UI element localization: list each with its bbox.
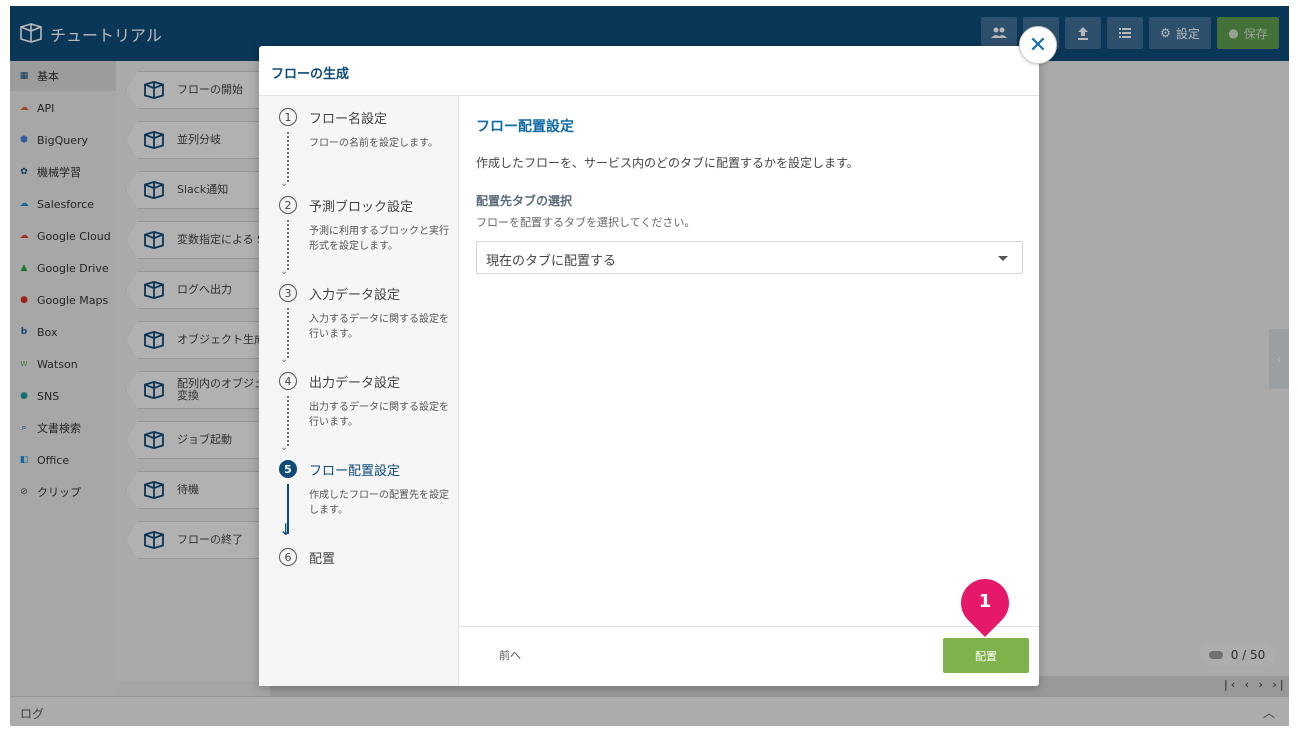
- step-connector: [287, 396, 289, 446]
- select-value: 現在のタブに配置する: [486, 254, 617, 269]
- close-icon: ✕: [1028, 32, 1048, 58]
- dotted-arrow-icon: ⌄: [280, 266, 289, 277]
- flow-generate-dialog: フローの生成 ✕ 1 フロー名設定 フローの名前を設定します。 ⌄ 2 予測ブロ…: [259, 26, 1057, 686]
- prev-button[interactable]: 前へ: [499, 647, 521, 663]
- dotted-arrow-icon: ⌄: [280, 442, 289, 453]
- step-number: 6: [279, 548, 297, 566]
- section-title: フロー配置設定: [476, 119, 574, 135]
- place-button[interactable]: 配置: [943, 638, 1029, 673]
- step-title: 出力データ設定: [309, 376, 401, 391]
- step-description: 作成したフローの配置先を設定します。: [309, 490, 449, 516]
- arrow-down-icon: ↓: [279, 520, 293, 539]
- dotted-arrow-icon: ⌄: [280, 354, 289, 365]
- step-title: 入力データ設定: [309, 288, 401, 303]
- step-title: 配置: [309, 552, 336, 567]
- dialog-title: フローの生成: [271, 67, 350, 82]
- step-description: フローの名前を設定します。: [309, 138, 438, 149]
- callout-number: 1: [978, 591, 992, 612]
- dialog-header: フローの生成: [259, 46, 1039, 96]
- step-title: 予測ブロック設定: [309, 200, 414, 215]
- step-number: 3: [279, 284, 297, 302]
- step-description: 出力するデータに関する設定を行います。: [309, 402, 449, 428]
- caret-down-icon: [998, 256, 1008, 261]
- step-description: 予測に利用するブロックと実行形式を設定します。: [309, 226, 449, 252]
- field-hint: フローを配置するタブを選択してください。: [476, 216, 696, 229]
- step-callout-marker: 1: [951, 569, 1019, 637]
- step-number: 4: [279, 372, 297, 390]
- step-connector: [287, 132, 289, 182]
- step-list: 1 フロー名設定 フローの名前を設定します。 ⌄ 2 予測ブロック設定 予測に利…: [259, 96, 459, 686]
- step-number: 1: [279, 108, 297, 126]
- placement-tab-select[interactable]: 現在のタブに配置する: [476, 241, 1023, 274]
- dialog-content: フロー配置設定 作成したフローを、サービス内のどのタブに配置するかを設定します。…: [459, 96, 1039, 626]
- step-description: 入力するデータに関する設定を行います。: [309, 314, 449, 340]
- section-description: 作成したフローを、サービス内のどのタブに配置するかを設定します。: [476, 156, 859, 170]
- step-connector: [287, 308, 289, 358]
- step-number: 5: [279, 460, 297, 478]
- dotted-arrow-icon: ⌄: [280, 178, 289, 189]
- app-window: チュートリアル ⚙ 設定 ● 保存 ▦ 基本 ☁ API ⬢ BigQuery ✿ 機械学習…: [10, 6, 1289, 726]
- step-title: フロー配置設定: [309, 464, 401, 479]
- close-button[interactable]: ✕: [1019, 26, 1057, 64]
- step-number: 2: [279, 196, 297, 214]
- dialog-footer: 前へ 配置: [459, 626, 1039, 686]
- field-label: 配置先タブの選択: [476, 194, 573, 208]
- step-connector: [287, 220, 289, 270]
- step-title: フロー名設定: [309, 112, 388, 127]
